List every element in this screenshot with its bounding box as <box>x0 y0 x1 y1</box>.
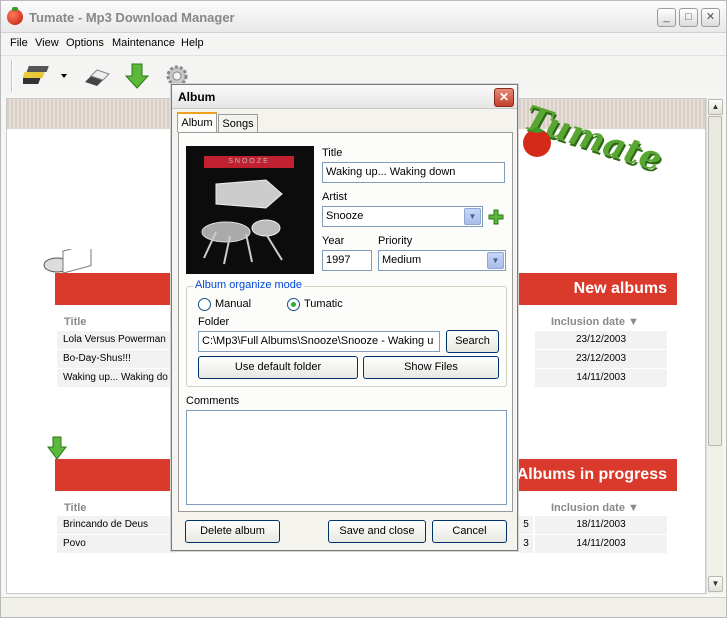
dialog-title: Album <box>178 90 216 104</box>
table-row[interactable]: Brincando de Deus <box>57 516 177 534</box>
title-label: Title <box>322 147 343 159</box>
table-row-mid[interactable]: 3 <box>519 535 533 553</box>
delete-album-button[interactable]: Delete album <box>185 520 280 543</box>
tomato-app-icon <box>7 7 23 25</box>
table-row[interactable]: Povo <box>57 535 177 553</box>
table-row[interactable]: Bo-Day-Shus!!! <box>57 350 177 368</box>
album-panel: SNOOZE Title Waking up... Waking down Ar… <box>178 132 513 512</box>
maximize-button[interactable]: □ <box>679 8 698 27</box>
in-progress-col-date[interactable]: Inclusion date ▼ <box>551 502 639 514</box>
add-artist-icon[interactable] <box>487 208 505 226</box>
save-and-close-button[interactable]: Save and close <box>328 520 426 543</box>
mode-manual-label[interactable]: Manual <box>215 298 251 310</box>
artist-select[interactable]: Snooze ▼ <box>322 206 483 227</box>
albums-stack-icon[interactable] <box>18 60 55 92</box>
menu-help[interactable]: Help <box>181 37 204 49</box>
album-cover: SNOOZE <box>186 146 314 274</box>
table-row[interactable]: Waking up... Waking do <box>57 369 177 387</box>
folder-field[interactable]: C:\Mp3\Full Albums\Snooze\Snooze - Wakin… <box>198 331 440 352</box>
album-dialog: Album ✕ Album Songs SNOOZE Title Waking … <box>171 84 518 551</box>
minimize-button[interactable]: _ <box>657 8 676 27</box>
window-title: Tumate - Mp3 Download Manager <box>29 10 235 25</box>
search-button[interactable]: Search <box>446 330 499 353</box>
mode-tumatic-label[interactable]: Tumatic <box>304 298 343 310</box>
scroll-up-arrow-icon[interactable]: ▲ <box>708 99 723 115</box>
table-row-date[interactable]: 14/11/2003 <box>535 369 667 387</box>
dialog-close-button[interactable]: ✕ <box>494 88 514 107</box>
priority-label: Priority <box>378 235 413 247</box>
new-albums-col-title[interactable]: Title <box>64 316 86 328</box>
table-row-mid[interactable]: 5 <box>519 516 533 534</box>
comments-field[interactable] <box>186 410 507 505</box>
cancel-button[interactable]: Cancel <box>432 520 507 543</box>
toolbar-grip <box>11 60 13 92</box>
green-down-arrow-icon <box>47 436 67 460</box>
organize-mode-group: Album organize mode Manual Tumatic Folde… <box>186 279 507 387</box>
menu-file[interactable]: File <box>10 37 28 49</box>
title-bar: Tumate - Mp3 Download Manager _ □ ✕ <box>1 1 726 33</box>
dropdown-arrow-icon[interactable] <box>59 60 71 92</box>
status-bar <box>1 597 726 617</box>
cover-band: SNOOZE <box>204 156 294 168</box>
scroll-thumb[interactable] <box>708 116 722 446</box>
vertical-scrollbar[interactable]: ▲ ▼ <box>706 98 723 594</box>
table-row-date[interactable]: 18/11/2003 <box>535 516 667 534</box>
organize-mode-title: Album organize mode <box>193 279 305 291</box>
mode-manual-radio[interactable] <box>198 298 211 311</box>
tomato-logo-icon <box>523 127 551 157</box>
year-label: Year <box>322 235 345 247</box>
menu-maintenance[interactable]: Maintenance <box>112 37 175 49</box>
new-albums-col-date[interactable]: Inclusion date ▼ <box>551 316 639 328</box>
menu-view[interactable]: View <box>35 37 59 49</box>
scroll-down-arrow-icon[interactable]: ▼ <box>708 576 723 592</box>
year-field[interactable]: 1997 <box>322 250 372 271</box>
cover-ant-art-icon <box>201 179 283 265</box>
artist-label: Artist <box>322 191 348 203</box>
show-files-button[interactable]: Show Files <box>363 356 499 379</box>
tab-album[interactable]: Album <box>177 112 217 132</box>
table-row[interactable]: Lola Versus Powerman <box>57 331 177 349</box>
menu-bar: File View Options Maintenance Help <box>1 34 726 54</box>
mode-tumatic-radio[interactable] <box>287 298 300 311</box>
chevron-down-icon[interactable]: ▼ <box>464 208 481 225</box>
tab-songs[interactable]: Songs <box>218 114 258 133</box>
table-row-date[interactable]: 23/12/2003 <box>535 350 667 368</box>
menu-options[interactable]: Options <box>66 37 104 49</box>
table-row-date[interactable]: 23/12/2003 <box>535 331 667 349</box>
in-progress-col-title[interactable]: Title <box>64 502 86 514</box>
dialog-title-bar: Album ✕ <box>172 85 517 109</box>
close-button[interactable]: ✕ <box>701 8 720 27</box>
download-arrow-icon[interactable] <box>121 60 153 92</box>
eraser-icon[interactable] <box>81 60 113 92</box>
folder-label: Folder <box>198 316 230 328</box>
comments-label: Comments <box>186 395 240 407</box>
chevron-down-icon[interactable]: ▼ <box>487 252 504 269</box>
use-default-folder-button[interactable]: Use default folder <box>198 356 358 379</box>
priority-select[interactable]: Medium ▼ <box>378 250 506 271</box>
table-row-date[interactable]: 14/11/2003 <box>535 535 667 553</box>
title-field[interactable]: Waking up... Waking down <box>322 162 505 183</box>
